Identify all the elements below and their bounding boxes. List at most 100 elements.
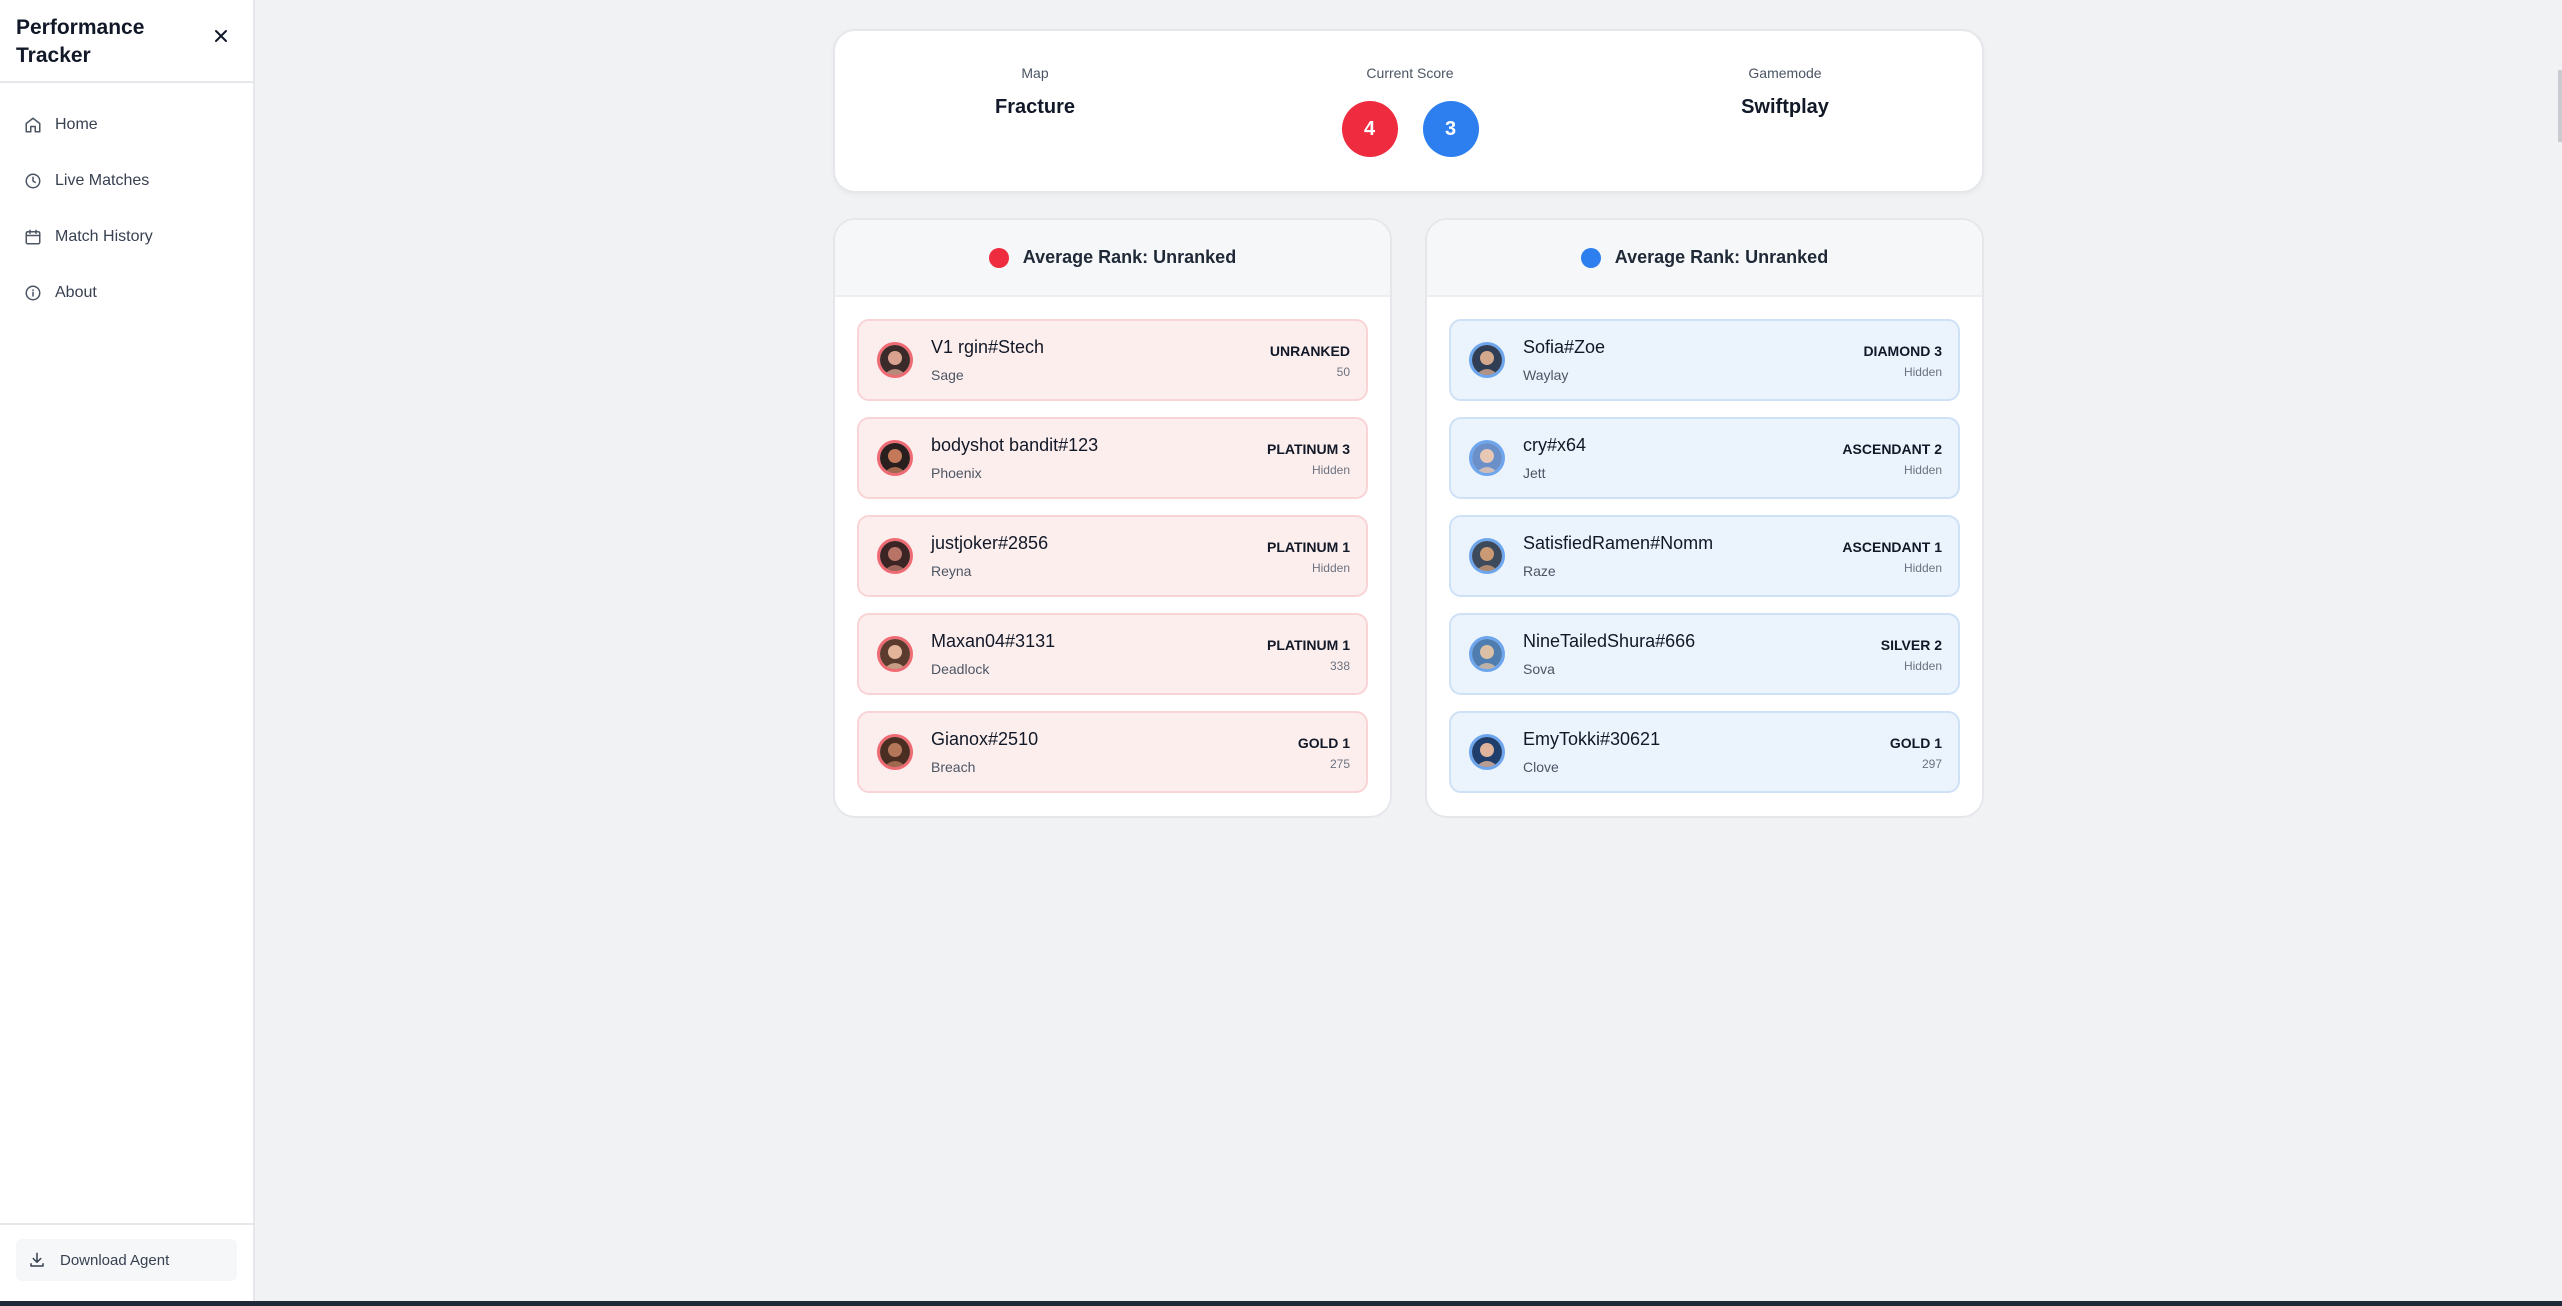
blue-team-average-rank: Average Rank: Unranked — [1614, 247, 1829, 267]
player-rr: 275 — [1329, 757, 1350, 771]
player-name: EmyTokki#30621 — [1523, 729, 1661, 749]
download-agent-button[interactable]: Download Agent — [16, 1239, 237, 1281]
app-title: Performance Tracker — [16, 16, 145, 67]
player-row[interactable]: EmyTokki#30621 Clove GOLD 1 297 — [1449, 711, 1960, 793]
agent-avatar — [877, 538, 913, 574]
agent-name: Clove — [1523, 759, 1559, 775]
map-value: Fracture — [994, 96, 1076, 118]
nav-label-live-matches: Live Matches — [55, 172, 150, 189]
home-icon — [25, 117, 41, 133]
score-info: Current Score 4 3 — [1235, 65, 1585, 157]
sidebar-nav: Home Live Matches Match History About — [0, 83, 253, 321]
player-name: cry#x64 — [1523, 435, 1587, 455]
gamemode-value: Swiftplay — [1741, 96, 1829, 118]
blue-team-header: Average Rank: Unranked — [1427, 220, 1982, 297]
agent-avatar — [877, 440, 913, 476]
player-name: SatisfiedRamen#Nomm — [1523, 533, 1714, 553]
agent-portrait-icon — [880, 541, 910, 571]
blue-team-score: 3 — [1422, 101, 1479, 157]
blue-team-players: Sofia#Zoe Waylay DIAMOND 3 Hidden cry#x64 Jet… — [1427, 297, 1982, 793]
score-label: Current Score — [1366, 65, 1454, 81]
player-rank: PLATINUM 1 — [1267, 539, 1350, 555]
nav-item-live-matches[interactable]: Live Matches — [0, 153, 253, 209]
nav-item-about[interactable]: About — [0, 265, 253, 321]
agent-avatar — [1469, 734, 1505, 770]
red-team-card: Average Rank: Unranked V1 rgin#Stech Sage… — [833, 218, 1392, 818]
player-row[interactable]: cry#x64 Jett ASCENDANT 2 Hidden — [1449, 417, 1960, 499]
player-rr: 297 — [1921, 757, 1942, 771]
agent-avatar — [877, 734, 913, 770]
player-row[interactable]: Sofia#Zoe Waylay DIAMOND 3 Hidden — [1449, 319, 1960, 401]
agent-name: Sova — [1523, 661, 1555, 677]
player-rr: Hidden — [1311, 561, 1350, 575]
gamemode-label: Gamemode — [1748, 65, 1822, 81]
player-rank: ASCENDANT 1 — [1842, 539, 1942, 555]
player-name: Maxan04#3131 — [931, 631, 1056, 651]
sidebar-footer: Download Agent — [0, 1223, 253, 1301]
agent-portrait-icon — [880, 737, 910, 767]
close-icon — [215, 30, 227, 42]
map-label: Map — [1021, 65, 1049, 81]
player-rank: UNRANKED — [1269, 343, 1350, 359]
player-rr: 338 — [1329, 659, 1350, 673]
player-name: Gianox#2510 — [931, 729, 1039, 749]
player-rr: Hidden — [1903, 659, 1942, 673]
player-rank: ASCENDANT 2 — [1842, 441, 1942, 457]
nav-label-home: Home — [55, 116, 98, 133]
player-rank: GOLD 1 — [1297, 735, 1350, 751]
agent-avatar — [1469, 636, 1505, 672]
player-row[interactable]: bodyshot bandit#123 Phoenix PLATINUM 3 Hidd… — [857, 417, 1368, 499]
gamemode-info: Gamemode Swiftplay — [1585, 65, 1985, 119]
download-agent-label: Download Agent — [60, 1251, 170, 1269]
agent-portrait-icon — [1472, 345, 1502, 375]
agent-name: Breach — [931, 759, 976, 775]
player-name: Sofia#Zoe — [1523, 337, 1606, 357]
player-name: V1 rgin#Stech — [931, 337, 1045, 357]
agent-avatar — [1469, 342, 1505, 378]
agent-portrait-icon — [880, 443, 910, 473]
agent-avatar — [1469, 440, 1505, 476]
agent-name: Phoenix — [931, 465, 982, 481]
player-rr: Hidden — [1903, 463, 1942, 477]
match-info-card: Map Fracture Current Score 4 3 Gamemode … — [833, 29, 1984, 193]
window-scroll-edge — [2558, 70, 2562, 142]
brand-header: Performance Tracker — [0, 0, 253, 83]
red-team-players: V1 rgin#Stech Sage UNRANKED 50 bodyshot band… — [835, 297, 1390, 793]
agent-avatar — [1469, 538, 1505, 574]
clock-icon — [25, 173, 41, 189]
player-rr: Hidden — [1311, 463, 1350, 477]
agent-name: Reyna — [931, 563, 972, 579]
sidebar: Performance Tracker Home Live Matches Ma… — [0, 0, 255, 1301]
player-name: justjoker#2856 — [931, 533, 1049, 553]
player-row[interactable]: Maxan04#3131 Deadlock PLATINUM 1 338 — [857, 613, 1368, 695]
agent-name: Deadlock — [931, 661, 990, 677]
player-row[interactable]: NineTailedShura#666 Sova SILVER 2 Hidden — [1449, 613, 1960, 695]
player-row[interactable]: V1 rgin#Stech Sage UNRANKED 50 — [857, 319, 1368, 401]
map-info: Map Fracture — [835, 65, 1235, 119]
red-team-score: 4 — [1341, 101, 1398, 157]
agent-portrait-icon — [1472, 541, 1502, 571]
agent-avatar — [877, 342, 913, 378]
player-row[interactable]: SatisfiedRamen#Nomm Raze ASCENDANT 1 Hidden — [1449, 515, 1960, 597]
player-rank: SILVER 2 — [1880, 637, 1942, 653]
agent-avatar — [877, 636, 913, 672]
nav-item-home[interactable]: Home — [0, 97, 253, 153]
agent-portrait-icon — [1472, 639, 1502, 669]
agent-name: Waylay — [1523, 367, 1569, 383]
red-team-average-rank: Average Rank: Unranked — [1022, 247, 1237, 267]
nav-item-match-history[interactable]: Match History — [0, 209, 253, 265]
agent-portrait-icon — [1472, 737, 1502, 767]
player-row[interactable]: justjoker#2856 Reyna PLATINUM 1 Hidden — [857, 515, 1368, 597]
close-sidebar-button[interactable] — [211, 26, 231, 46]
blue-team-card: Average Rank: Unranked Sofia#Zoe Waylay DI… — [1425, 218, 1984, 818]
player-rr: Hidden — [1903, 365, 1942, 379]
player-rr: Hidden — [1903, 561, 1942, 575]
player-row[interactable]: Gianox#2510 Breach GOLD 1 275 — [857, 711, 1368, 793]
nav-label-match-history: Match History — [55, 228, 153, 245]
agent-name: Raze — [1523, 563, 1556, 579]
nav-label-about: About — [55, 284, 97, 301]
taskbar-edge — [0, 1301, 2562, 1306]
player-name: NineTailedShura#666 — [1523, 631, 1696, 651]
red-team-dot — [988, 247, 1009, 268]
agent-portrait-icon — [1472, 443, 1502, 473]
